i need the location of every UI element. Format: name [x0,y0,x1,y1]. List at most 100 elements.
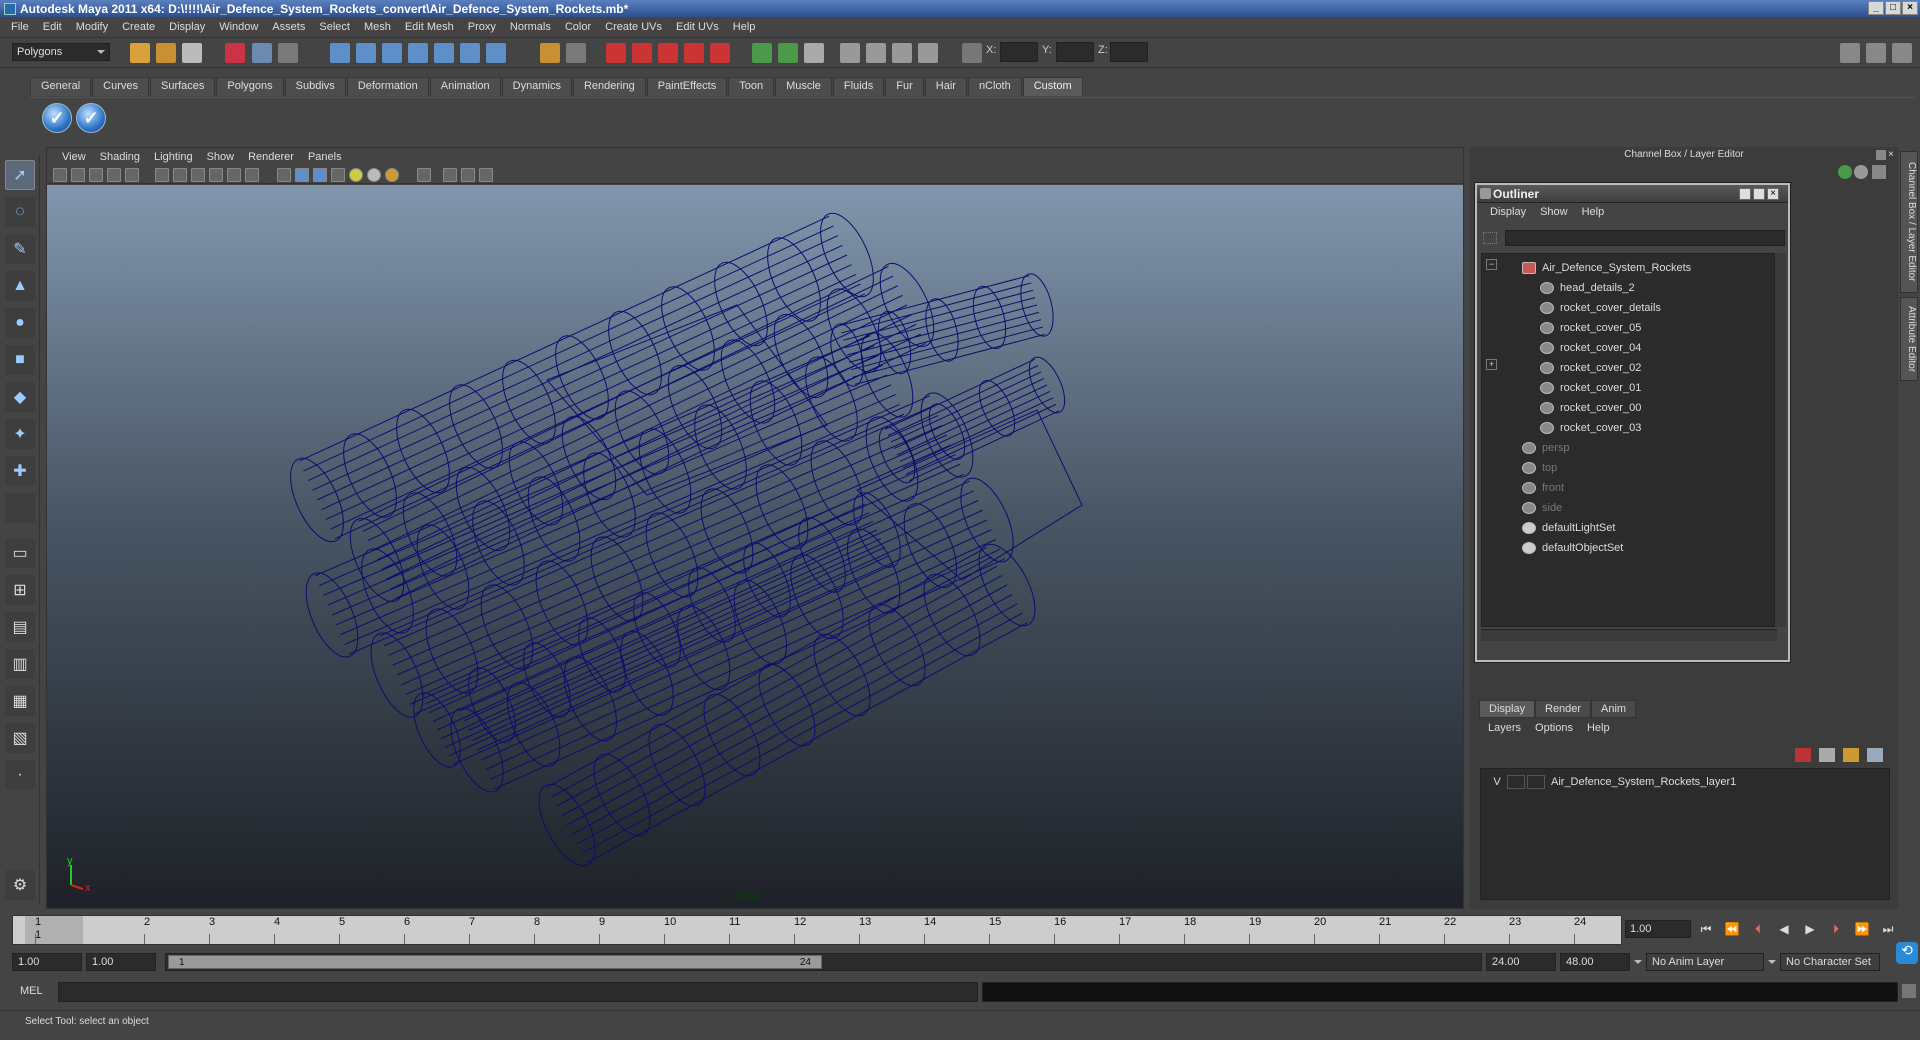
character-set-dropdown-arrow[interactable] [1768,960,1776,968]
layer-menu-help[interactable]: Help [1580,722,1617,738]
shelf-tab-muscle[interactable]: Muscle [775,77,832,96]
safe-action-icon[interactable] [245,168,259,182]
outliner-item[interactable]: persp [1522,438,1570,458]
render-region-icon[interactable] [840,43,860,63]
custom-shelf-check-icon[interactable]: ✓ [76,103,106,133]
xray-joints-icon[interactable] [461,168,475,182]
snap-point-icon[interactable] [382,43,402,63]
xray-icon[interactable] [443,168,457,182]
step-back-key-icon[interactable]: ⏪ [1722,922,1742,938]
last-tool-icon[interactable]: ✚ [5,456,35,486]
smooth-shade-icon[interactable] [295,168,309,182]
select-component-icon[interactable] [278,43,298,63]
anim-layer-dropdown[interactable]: No Anim Layer [1646,953,1764,971]
shelf-tab-polygons[interactable]: Polygons [216,77,284,96]
layer-template-toggle[interactable] [1507,775,1525,789]
film-gate-icon[interactable] [173,168,187,182]
outliner-vertical-scrollbar[interactable] [1774,253,1786,627]
animation-start-field[interactable]: 1.00 [12,953,82,971]
viewport-menu-renderer[interactable]: Renderer [241,151,301,163]
select-hierarchy-icon[interactable] [225,43,245,63]
select-object-icon[interactable] [252,43,272,63]
layer-editor-icon[interactable] [1854,165,1868,179]
menu-file[interactable]: File [4,21,36,33]
snap-curve-icon[interactable] [356,43,376,63]
shelf-tab-deformation[interactable]: Deformation [346,77,429,96]
float-panel-icon[interactable] [1876,150,1886,160]
menu-assets[interactable]: Assets [265,21,312,33]
menu-edit[interactable]: Edit [36,21,69,33]
select-tool-icon[interactable]: ➚ [5,160,35,190]
anim-layer-dropdown-arrow[interactable] [1634,960,1642,968]
current-frame-field[interactable]: 1.00 [1625,920,1691,938]
outliner-item[interactable]: defaultLightSet [1522,518,1615,538]
hypershade-icon[interactable] [684,43,704,63]
layer-menu-layers[interactable]: Layers [1481,722,1528,738]
soft-mod-tool-icon[interactable]: ✦ [5,419,35,449]
relative-transform-icon[interactable] [962,43,982,63]
make-live-icon[interactable] [434,43,454,63]
new-layer-icon[interactable] [1843,748,1859,762]
outliner-item[interactable]: Air_Defence_System_Rockets [1522,258,1691,278]
2d-pan-zoom-icon[interactable] [125,168,139,182]
outliner-persp-layout-icon[interactable]: ▤ [5,612,35,642]
play-forward-icon[interactable]: ▶ [1800,922,1820,938]
script-editor-icon[interactable] [1902,984,1916,998]
batch-render-icon[interactable] [892,43,912,63]
persp-graph-layout-icon[interactable]: ▧ [5,723,35,753]
menu-select[interactable]: Select [312,21,357,33]
animation-end-field[interactable]: 48.00 [1560,953,1630,971]
menu-create-uvs[interactable]: Create UVs [598,21,669,33]
shelf-tab-animation[interactable]: Animation [429,77,501,96]
layer-visibility-toggle[interactable]: V [1487,776,1507,788]
lasso-tool-icon[interactable]: ◌ [5,197,35,227]
maximize-button[interactable]: □ [1885,1,1901,15]
outliner-item[interactable]: side [1522,498,1562,518]
auto-key-icon[interactable]: ⟲ [1896,942,1918,964]
shelf-tab-hair[interactable]: Hair [924,77,967,96]
shelf-tab-painteffects[interactable]: PaintEffects [646,77,728,96]
field-chart-icon[interactable] [227,168,241,182]
construction-history-icon[interactable] [566,43,586,63]
wireframe-icon[interactable] [277,168,291,182]
current-time-marker[interactable] [25,916,83,944]
shelf-tab-dynamics[interactable]: Dynamics [501,77,572,96]
channel-box-and-layer-editor-icon[interactable] [1872,165,1886,179]
layer-tab-display[interactable]: Display [1479,700,1536,718]
range-slider[interactable]: 1 24 [165,953,1482,971]
graph-persp-layout-icon[interactable]: ▥ [5,649,35,679]
snap-grid-icon[interactable] [330,43,350,63]
image-plane-icon[interactable] [107,168,121,182]
menu-display[interactable]: Display [162,21,212,33]
input-ops-icon[interactable] [752,43,772,63]
viewport-menu-shading[interactable]: Shading [93,151,147,163]
tab-attribute-editor[interactable]: Attribute Editor [1900,297,1918,381]
lock-icon[interactable] [540,43,560,63]
shelf-tab-ncloth[interactable]: nCloth [967,77,1022,96]
outliner-item[interactable]: rocket_cover_05 [1540,318,1641,338]
y-field[interactable] [1056,42,1094,62]
outliner-item[interactable]: rocket_cover_04 [1540,338,1641,358]
outliner-horizontal-scrollbar[interactable] [1481,629,1777,641]
close-panel-icon[interactable]: × [1888,150,1898,160]
viewport-menu-view[interactable]: View [55,151,93,163]
show-attribute-editor-icon[interactable] [1840,43,1860,63]
shelf-tab-surfaces[interactable]: Surfaces [149,77,216,96]
layer-tab-anim[interactable]: Anim [1591,700,1637,718]
x-field[interactable] [1000,42,1038,62]
custom-shelf-check-icon[interactable]: ✓ [42,103,72,133]
muscle-tool-icon[interactable]: ⚙ [5,870,35,900]
xray-components-icon[interactable] [479,168,493,182]
playback-end-field[interactable]: 24.00 [1486,953,1556,971]
outliner-minimize-button[interactable] [1739,188,1751,200]
menu-mesh[interactable]: Mesh [357,21,398,33]
outliner-expand-toggle[interactable]: − [1486,259,1497,270]
shelf-tab-general[interactable]: General [30,77,92,96]
character-set-dropdown[interactable]: No Character Set [1780,953,1880,971]
play-backward-icon[interactable]: ◀ [1774,922,1794,938]
step-back-frame-icon[interactable]: ⏴ [1748,922,1768,938]
scale-tool-icon[interactable]: ■ [5,345,35,375]
layer-row[interactable]: V Air_Defence_System_Rockets_layer1 [1487,773,1887,791]
textured-icon[interactable] [331,168,345,182]
viewport-menu-panels[interactable]: Panels [301,151,349,163]
